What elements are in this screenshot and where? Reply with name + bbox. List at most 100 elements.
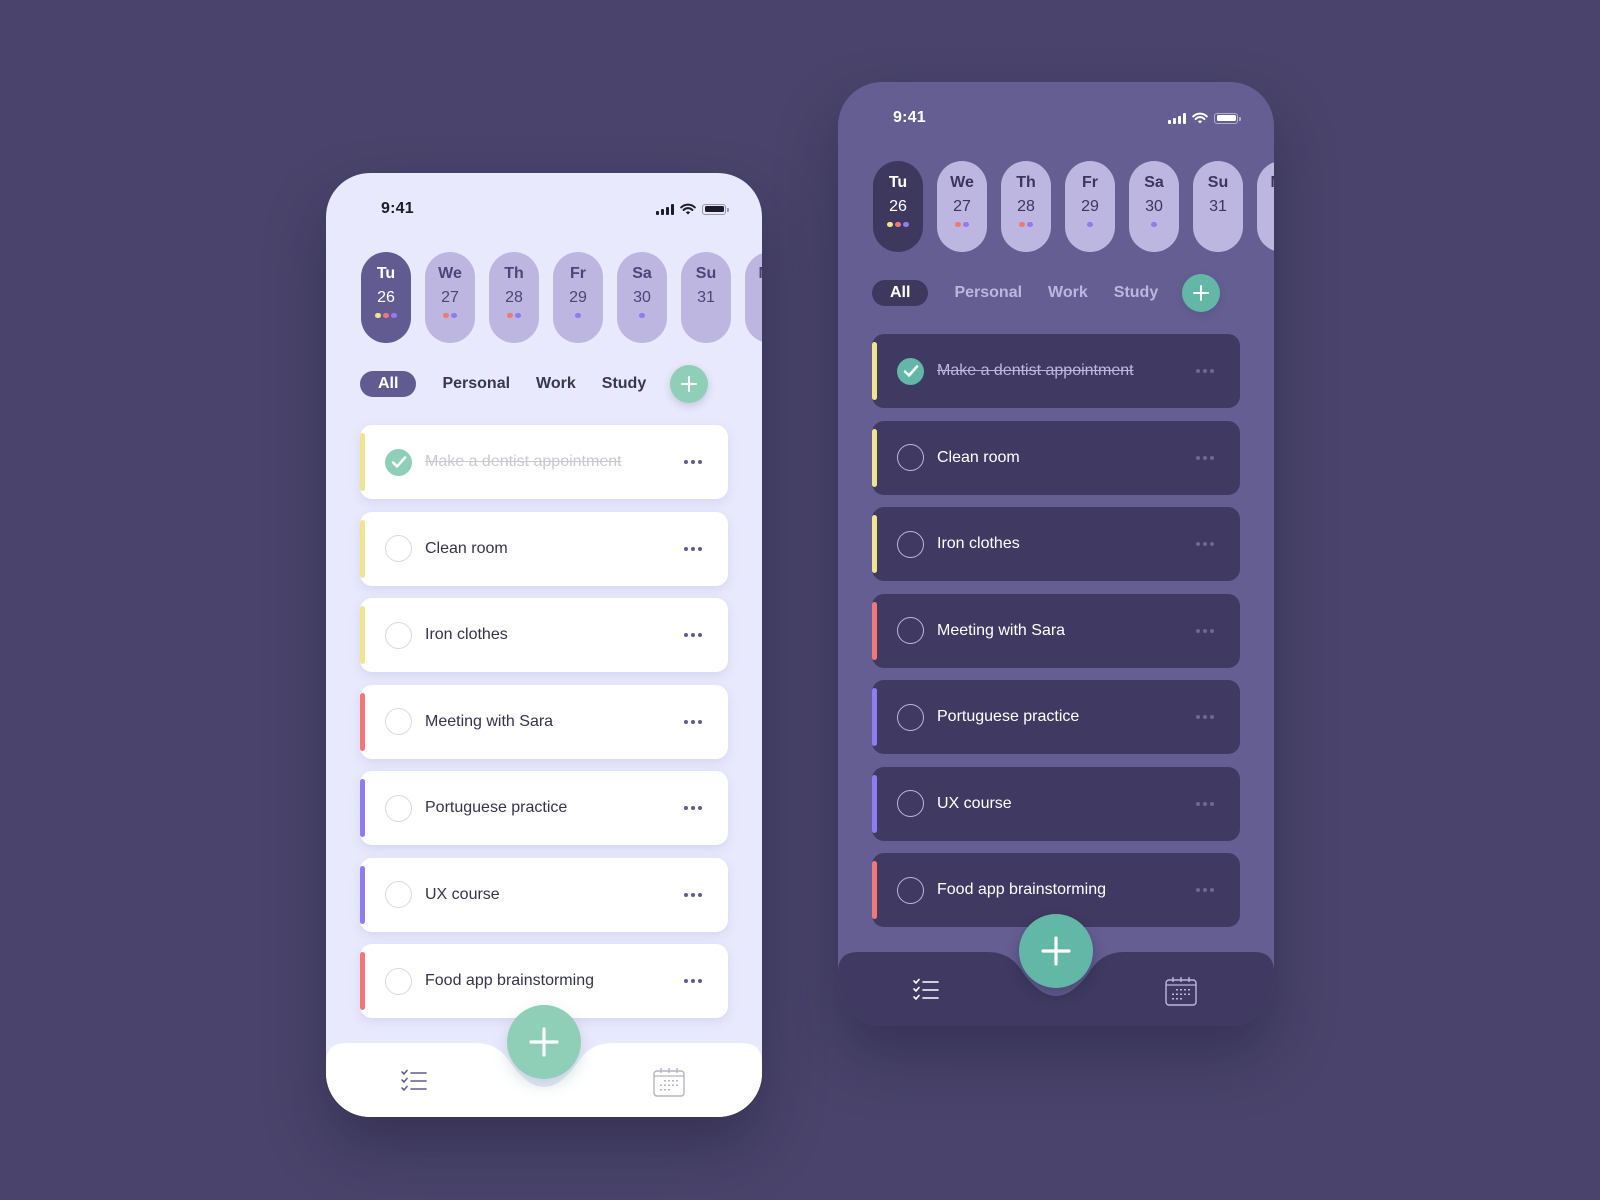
- task-checkbox[interactable]: [385, 535, 412, 562]
- task-item[interactable]: Make a dentist appointment: [360, 425, 728, 499]
- more-options-icon[interactable]: [680, 889, 706, 901]
- task-checkbox[interactable]: [897, 530, 924, 558]
- task-checkbox[interactable]: [385, 881, 412, 908]
- filter-tab-personal[interactable]: Personal: [954, 284, 1022, 302]
- day-number: 30: [633, 289, 651, 306]
- more-options-icon[interactable]: [680, 456, 706, 468]
- calendar-tab-icon[interactable]: [1165, 976, 1197, 1006]
- status-bar: 9:41: [838, 106, 1274, 130]
- wifi-icon: [680, 203, 696, 215]
- category-color-bar: [360, 865, 365, 924]
- more-options-icon[interactable]: [680, 543, 706, 555]
- day-pill-sa[interactable]: Sa 30: [617, 252, 667, 343]
- more-options-icon[interactable]: [1192, 538, 1218, 550]
- day-pill-sa[interactable]: Sa 30: [1129, 161, 1179, 252]
- day-number: 31: [1209, 198, 1227, 215]
- category-color-bar: [360, 606, 365, 664]
- task-item[interactable]: Make a dentist appointment: [872, 334, 1240, 408]
- more-options-icon[interactable]: [1192, 365, 1218, 377]
- filter-tab-all[interactable]: All: [872, 280, 929, 306]
- filter-tab-work[interactable]: Work: [536, 375, 576, 393]
- more-options-icon[interactable]: [1192, 452, 1218, 464]
- task-dot: [515, 313, 521, 318]
- task-checkbox[interactable]: [385, 448, 412, 476]
- day-pill-fr[interactable]: Fr 29: [1065, 161, 1115, 252]
- task-indicator-dots: [507, 313, 521, 318]
- task-item[interactable]: Portuguese practice: [872, 680, 1240, 754]
- day-pill-we[interactable]: We 27: [425, 252, 475, 343]
- day-pill-th[interactable]: Th 28: [489, 252, 539, 343]
- phone-dark-theme: 9:41 Tu 26 We 27 Th 28 Fr 29 Sa 30 Su 31 Mo All Perso…: [838, 82, 1274, 1026]
- task-dot: [375, 313, 381, 318]
- task-checkbox[interactable]: [897, 703, 924, 731]
- add-task-fab[interactable]: [1019, 914, 1093, 988]
- more-options-icon[interactable]: [1192, 884, 1218, 896]
- task-checkbox[interactable]: [385, 621, 412, 649]
- task-checkbox[interactable]: [897, 790, 924, 817]
- status-bar: 9:41: [326, 197, 762, 221]
- day-name: Tu: [376, 265, 396, 282]
- more-options-icon[interactable]: [680, 716, 706, 728]
- plus-icon: [1041, 936, 1071, 966]
- day-number: 26: [377, 289, 395, 306]
- task-item[interactable]: Iron clothes: [360, 598, 728, 672]
- task-title: Portuguese practice: [937, 708, 1080, 725]
- more-options-icon[interactable]: [680, 975, 706, 987]
- more-options-icon[interactable]: [680, 629, 706, 641]
- task-checkbox[interactable]: [385, 708, 412, 735]
- task-item[interactable]: UX course: [360, 857, 728, 932]
- day-pill-su[interactable]: Su 31: [681, 252, 731, 343]
- task-checkbox[interactable]: [385, 967, 412, 995]
- task-list-tab-icon[interactable]: [912, 978, 940, 1002]
- task-checkbox[interactable]: [385, 794, 412, 822]
- add-category-button[interactable]: [1182, 274, 1221, 312]
- category-color-bar: [872, 688, 877, 746]
- more-options-icon[interactable]: [1192, 711, 1218, 723]
- task-item[interactable]: Clean room: [360, 511, 728, 586]
- task-checkbox[interactable]: [897, 444, 924, 471]
- task-item[interactable]: Iron clothes: [872, 507, 1240, 581]
- task-title: Food app brainstorming: [937, 881, 1106, 898]
- task-checkbox[interactable]: [897, 357, 924, 385]
- filter-tab-study[interactable]: Study: [1114, 284, 1158, 302]
- day-pill-fr[interactable]: Fr 29: [553, 252, 603, 343]
- day-pill-mo[interactable]: Mo: [1257, 161, 1274, 252]
- task-checkbox[interactable]: [897, 876, 924, 904]
- status-icons: [656, 203, 729, 215]
- task-dot: [1151, 222, 1157, 227]
- task-item[interactable]: UX course: [872, 766, 1240, 841]
- task-title: Meeting with Sara: [425, 712, 554, 730]
- task-item[interactable]: Portuguese practice: [360, 771, 728, 845]
- plus-icon: [529, 1027, 559, 1057]
- task-item[interactable]: Clean room: [872, 420, 1240, 495]
- plus-icon: [1193, 285, 1210, 301]
- day-selector: Tu 26 We 27 Th 28 Fr 29 Sa 30 Su 31 Mo: [873, 161, 1274, 252]
- day-pill-tu[interactable]: Tu 26: [361, 252, 411, 343]
- task-item[interactable]: Meeting with Sara: [872, 593, 1240, 668]
- filter-tab-work[interactable]: Work: [1048, 284, 1088, 302]
- add-category-button[interactable]: [670, 365, 709, 403]
- task-list-tab-icon[interactable]: [400, 1069, 428, 1093]
- more-options-icon[interactable]: [680, 802, 706, 814]
- day-pill-mo[interactable]: Mo: [745, 252, 762, 343]
- day-pill-we[interactable]: We 27: [937, 161, 987, 252]
- task-indicator-dots: [575, 313, 581, 318]
- more-options-icon[interactable]: [1192, 798, 1218, 810]
- more-options-icon[interactable]: [1192, 625, 1218, 637]
- day-pill-th[interactable]: Th 28: [1001, 161, 1051, 252]
- filter-tab-study[interactable]: Study: [602, 375, 646, 393]
- filter-tab-all[interactable]: All: [360, 371, 417, 397]
- task-dot: [451, 313, 457, 318]
- task-checkbox[interactable]: [897, 617, 924, 644]
- filter-tab-personal[interactable]: Personal: [442, 375, 510, 393]
- task-indicator-dots: [955, 222, 969, 227]
- calendar-tab-icon[interactable]: [653, 1067, 685, 1097]
- task-item[interactable]: Meeting with Sara: [360, 684, 728, 759]
- day-pill-tu[interactable]: Tu 26: [873, 161, 923, 252]
- task-indicator-dots: [1087, 222, 1093, 227]
- add-task-fab[interactable]: [507, 1005, 581, 1079]
- task-title: Iron clothes: [937, 535, 1020, 552]
- task-dot: [443, 313, 449, 318]
- day-number: 29: [569, 289, 587, 306]
- day-pill-su[interactable]: Su 31: [1193, 161, 1243, 252]
